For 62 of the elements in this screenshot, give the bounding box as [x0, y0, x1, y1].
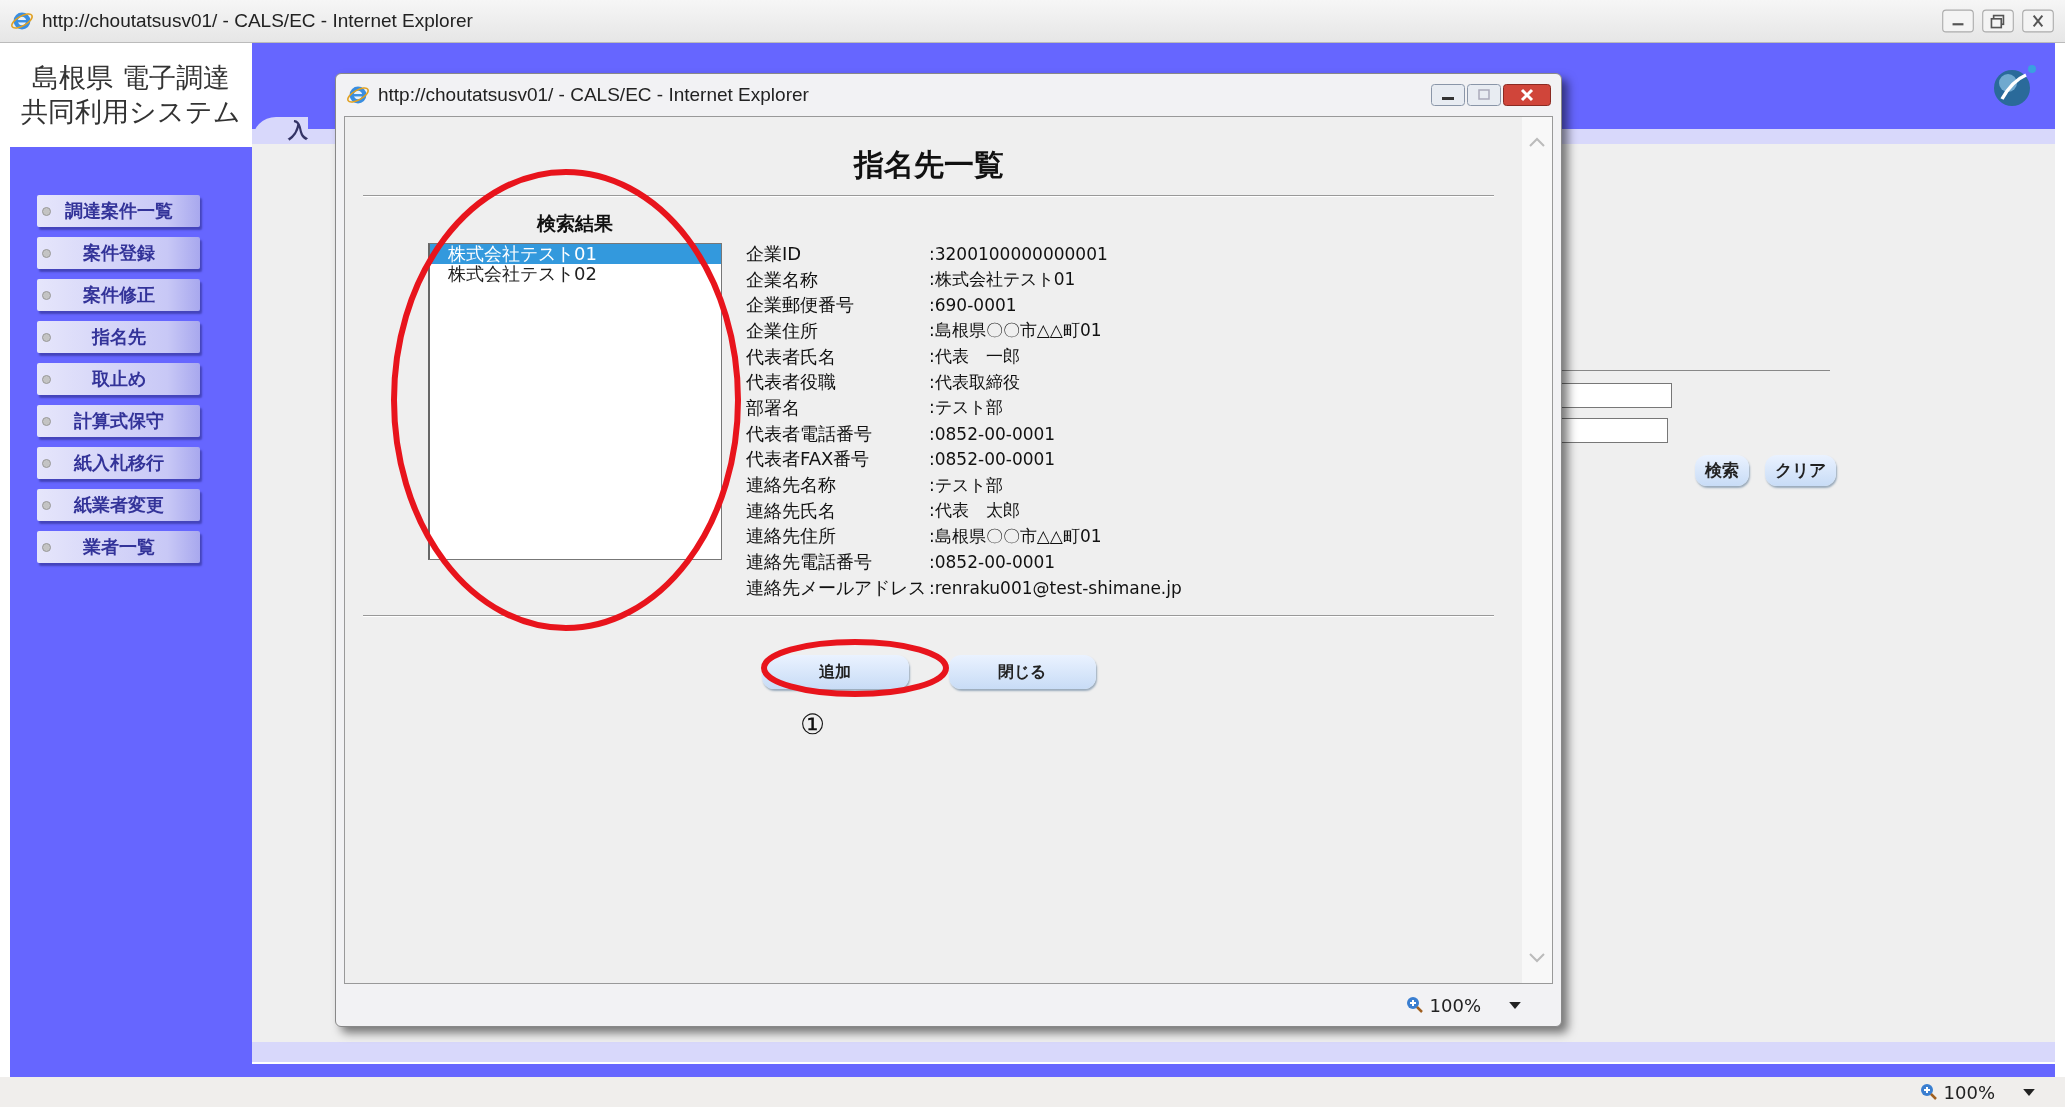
restore-icon[interactable]: [1981, 9, 2015, 33]
detail-value: :690-0001: [929, 295, 1017, 316]
dialog-button[interactable]: 閉じる: [948, 655, 1096, 689]
sidebar-menu-button[interactable]: 取止め: [37, 363, 200, 395]
detail-value: :島根県〇〇市△△町01: [929, 319, 1102, 343]
search-form-button[interactable]: クリア: [1765, 455, 1836, 486]
sidebar-menu-button[interactable]: 業者一覧: [37, 531, 200, 563]
detail-value: :テスト部: [929, 396, 1003, 420]
page-heading: 指名先一覧: [852, 146, 1005, 184]
detail-label: 連絡先電話番号: [746, 550, 873, 575]
window-title: http://choutatsusv01/ - CALS/EC - Internet Explorer: [42, 10, 473, 32]
detail-value: :3200100000000001: [929, 243, 1108, 264]
minimize-icon[interactable]: [1431, 84, 1465, 106]
search-form-button[interactable]: 検索: [1695, 455, 1749, 486]
zoom-level[interactable]: 100%: [1429, 994, 1481, 1016]
sidebar-menu-button[interactable]: 指名先: [37, 321, 200, 353]
detail-label: 代表者電話番号: [746, 421, 873, 446]
caret-icon[interactable]: [2023, 1088, 2035, 1096]
results-label: 検索結果: [537, 211, 613, 236]
caret-icon[interactable]: [1509, 1001, 1521, 1009]
detail-value: :renraku001@test-shimane.jp: [929, 577, 1182, 598]
sidebar-menu-button[interactable]: 案件修正: [37, 279, 200, 311]
detail-value: :株式会社テスト01: [929, 268, 1076, 292]
detail-label: 連絡先氏名: [746, 498, 837, 523]
detail-label: 企業住所: [746, 318, 819, 343]
close-icon[interactable]: [2021, 9, 2055, 33]
detail-value: :0852-00-0001: [929, 449, 1056, 470]
sidebar-menu-button[interactable]: 調達案件一覧: [37, 195, 200, 227]
zoom-icon[interactable]: [1919, 1083, 1938, 1101]
detail-label: 部署名: [746, 395, 801, 420]
detail-label: 連絡先住所: [746, 524, 837, 549]
detail-value: :0852-00-0001: [929, 552, 1056, 573]
sidebar-menu-button[interactable]: 紙業者変更: [37, 489, 200, 521]
tab[interactable]: 入: [252, 117, 308, 144]
zoom-icon[interactable]: [1405, 996, 1424, 1014]
results-listbox[interactable]: 株式会社テスト01 株式会社テスト02: [428, 243, 722, 560]
detail-value: :代表 太郎: [929, 499, 1020, 523]
dialog-button[interactable]: 追加: [761, 655, 909, 689]
detail-value: :島根県〇〇市△△町01: [929, 524, 1102, 548]
zoom-level[interactable]: 100%: [1943, 1081, 1995, 1103]
detail-value: :テスト部: [929, 473, 1003, 497]
detail-label: 連絡先メールアドレス: [746, 575, 927, 600]
detail-label: 企業ID: [746, 241, 803, 266]
detail-label: 企業郵便番号: [746, 293, 855, 318]
detail-label: 代表者氏名: [746, 344, 837, 369]
site-logo-text: 共同利用システム: [21, 95, 241, 129]
sidebar-menu-button[interactable]: 計算式保守: [37, 405, 200, 437]
sidebar-menu-button[interactable]: 紙入札移行: [37, 447, 200, 479]
detail-label: 代表者役職: [746, 370, 837, 395]
detail-value: :0852-00-0001: [929, 423, 1056, 444]
sidebar-menu-button[interactable]: 案件登録: [37, 237, 200, 269]
window-title: http://choutatsusv01/ - CALS/EC - Internet Explorer: [378, 84, 809, 106]
list-item[interactable]: 株式会社テスト02: [430, 264, 721, 284]
close-icon[interactable]: [1503, 84, 1551, 106]
detail-value: :代表取締役: [929, 370, 1020, 394]
step-marker: ①: [800, 708, 825, 741]
detail-label: 代表者FAX番号: [746, 447, 871, 472]
detail-label: 企業名称: [746, 267, 819, 292]
site-logo-text: 島根県 電子調達: [32, 61, 230, 95]
detail-value: :代表 一郎: [929, 345, 1020, 369]
maximize-icon: [1467, 84, 1501, 106]
detail-label: 連絡先名称: [746, 473, 837, 498]
